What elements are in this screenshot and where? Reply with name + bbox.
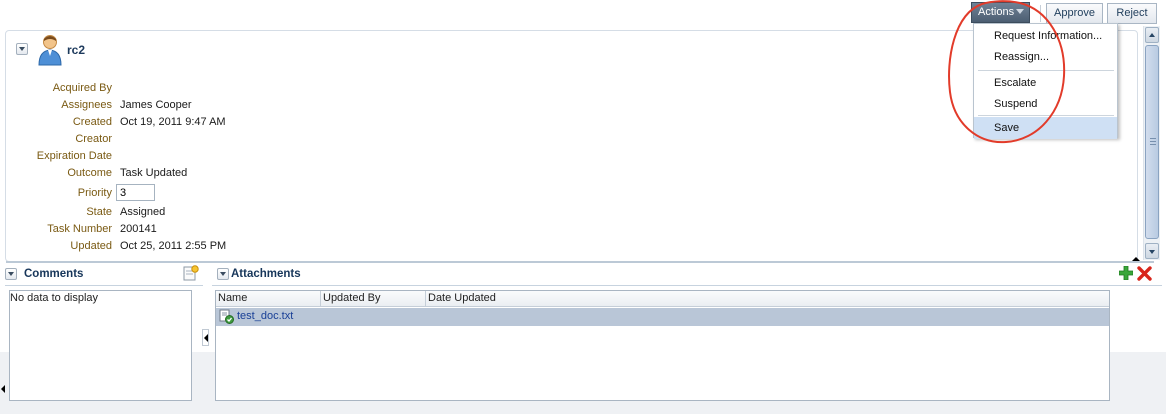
field-state: State Assigned — [6, 206, 406, 222]
user-icon — [38, 35, 62, 66]
field-value: Oct 25, 2011 2:55 PM — [120, 240, 227, 252]
menu-item-request-information[interactable]: Request Information... — [974, 25, 1117, 47]
actions-label: Actions — [978, 6, 1015, 18]
menu-separator — [978, 70, 1114, 71]
scrollbar-thumb[interactable] — [1145, 45, 1159, 239]
comments-title: Comments — [24, 268, 84, 280]
task-title: rc2 — [67, 43, 86, 57]
approve-button[interactable]: Approve — [1046, 3, 1103, 24]
chevron-down-icon — [1016, 9, 1024, 14]
add-note-icon[interactable] — [183, 265, 199, 281]
menu-item-save[interactable]: Save — [974, 117, 1117, 139]
delete-icon[interactable] — [1137, 266, 1152, 281]
attachments-title: Attachments — [231, 268, 301, 280]
actions-dropdown-menu: Request Information... Reassign... Escal… — [973, 23, 1118, 139]
toolbar-separator — [1040, 5, 1041, 22]
field-priority: Priority — [6, 184, 406, 203]
field-label: Assignees — [61, 99, 112, 111]
menu-item-reassign[interactable]: Reassign... — [974, 46, 1117, 68]
field-value: Assigned — [120, 206, 166, 218]
field-label: Created — [72, 116, 112, 128]
field-label: Expiration Date — [36, 150, 112, 162]
field-label: Task Number — [47, 223, 112, 235]
field-label: State — [86, 206, 112, 218]
field-outcome: Outcome Task Updated — [6, 167, 406, 183]
collapse-comments-icon[interactable] — [5, 268, 17, 280]
grip-icon — [1150, 138, 1156, 145]
menu-item-suspend[interactable]: Suspend — [974, 93, 1117, 115]
field-label: Priority — [77, 187, 112, 199]
splitter-up-icon[interactable] — [1131, 256, 1141, 262]
field-value: James Cooper — [120, 99, 192, 111]
text-doc-icon — [219, 309, 234, 324]
actions-menu-button[interactable]: Actions — [971, 2, 1030, 23]
scroll-down-icon[interactable] — [1145, 243, 1159, 259]
details-scrollbar[interactable] — [1143, 26, 1160, 260]
attachment-link[interactable]: test_doc.txt — [237, 310, 293, 322]
column-header-name[interactable]: Name — [216, 291, 321, 306]
collapse-details-icon[interactable] — [16, 43, 28, 55]
field-label: Acquired By — [52, 82, 112, 94]
scroll-up-icon[interactable] — [1145, 27, 1159, 43]
attachments-header: Attachments — [212, 264, 1162, 286]
comments-empty-text: No data to display — [10, 292, 99, 304]
field-created: Created Oct 19, 2011 9:47 AM — [6, 116, 406, 132]
task-details-panel: rc2 Acquired By Assignees James Cooper C… — [5, 30, 1154, 263]
reject-button[interactable]: Reject — [1107, 3, 1157, 24]
field-label: Outcome — [67, 167, 112, 179]
field-expiration-date: Expiration Date — [6, 150, 406, 166]
menu-separator — [978, 115, 1114, 116]
field-label: Updated — [70, 240, 112, 252]
priority-input[interactable] — [116, 184, 155, 201]
panel-divider — [6, 261, 1154, 263]
field-value: Oct 19, 2011 9:47 AM — [120, 116, 226, 128]
field-updated: Updated Oct 25, 2011 2:55 PM — [6, 240, 406, 256]
field-assignees: Assignees James Cooper — [6, 99, 406, 115]
collapse-attachments-icon[interactable] — [217, 268, 229, 280]
attachments-table: Name Updated By Date Updated test_doc.tx… — [215, 290, 1110, 401]
field-acquired-by: Acquired By — [6, 82, 406, 98]
add-icon[interactable] — [1119, 266, 1133, 280]
field-task-number: Task Number 200141 — [6, 223, 406, 239]
field-value: 200141 — [120, 223, 157, 235]
field-value: Task Updated — [120, 167, 188, 179]
field-creator: Creator — [6, 133, 406, 149]
table-header: Name Updated By Date Updated — [216, 291, 1109, 307]
comments-list: No data to display — [9, 290, 192, 401]
table-row[interactable]: test_doc.txt — [216, 308, 1109, 326]
collapse-pane-icon[interactable] — [202, 329, 209, 346]
collapse-left-icon[interactable] — [0, 381, 6, 398]
field-label: Creator — [75, 133, 112, 145]
column-header-date-updated[interactable]: Date Updated — [426, 291, 1109, 306]
comments-header: Comments — [5, 264, 203, 286]
column-header-updated-by[interactable]: Updated By — [321, 291, 426, 306]
menu-item-escalate[interactable]: Escalate — [974, 72, 1117, 94]
